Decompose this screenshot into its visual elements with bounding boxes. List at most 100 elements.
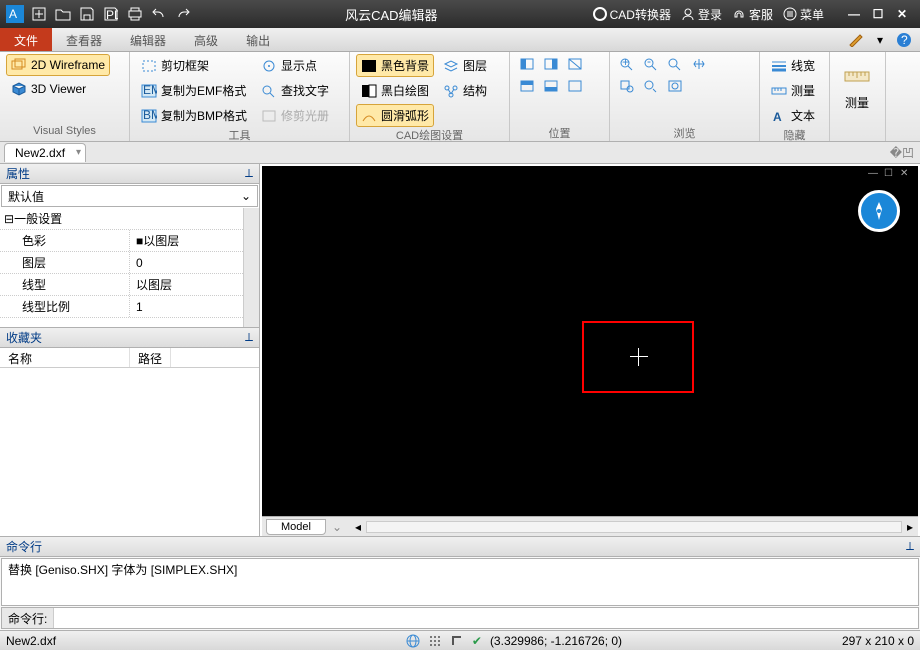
prop-row[interactable]: 图层0 [0, 252, 259, 274]
redo-icon[interactable] [174, 5, 192, 23]
blackbg-button[interactable]: 黑色背景 [356, 54, 434, 77]
file-tab-dropdown-icon[interactable]: ▾ [76, 147, 81, 158]
maximize-button[interactable]: ☐ [868, 5, 888, 23]
trim-button[interactable]: 修剪光册 [256, 104, 334, 127]
big-measure-button[interactable]: 测量 [836, 54, 878, 125]
prop-val[interactable]: 1 [130, 296, 259, 317]
save-icon[interactable] [78, 5, 96, 23]
svg-text:+: + [622, 57, 629, 69]
zoom-prev-icon[interactable] [640, 76, 662, 96]
status-globe-icon[interactable] [406, 634, 420, 648]
canvas-minimize-icon[interactable]: — [868, 168, 882, 180]
tab-editor[interactable]: 编辑器 [116, 28, 180, 51]
linewidth-button[interactable]: 线宽 [766, 54, 820, 77]
showpoint-button[interactable]: 显示点 [256, 54, 334, 77]
prop-row[interactable]: 色彩■以图层 [0, 230, 259, 252]
tab-file[interactable]: 文件 [0, 28, 52, 51]
prop-val[interactable]: 0 [130, 252, 259, 273]
zoom-in-icon[interactable]: + [616, 54, 638, 74]
measure-button[interactable]: 测量 [766, 79, 820, 102]
style-icon[interactable] [846, 31, 866, 49]
model-tabs-expand[interactable]: ⌄ [332, 520, 342, 534]
layers-button[interactable]: 图层 [438, 54, 492, 77]
pin-icon[interactable]: ⟂ [906, 539, 914, 554]
pin-icon[interactable]: ⟂ [245, 166, 253, 181]
clipframe-button[interactable]: 剪切框架 [136, 54, 252, 77]
pos-icon-3[interactable] [564, 54, 586, 74]
tab-viewer[interactable]: 查看器 [52, 28, 116, 51]
properties-selector[interactable]: 默认值⌄ [1, 185, 258, 207]
pos-icon-2[interactable] [540, 54, 562, 74]
help-icon[interactable]: ? [894, 31, 914, 49]
favorites-list[interactable] [0, 368, 259, 536]
command-input[interactable] [54, 608, 918, 628]
tab-output[interactable]: 输出 [232, 28, 284, 51]
text-label: 文本 [791, 107, 815, 124]
drawing-canvas[interactable]: — ☐ ✕ [262, 166, 918, 516]
pos-icon-4[interactable] [516, 76, 538, 96]
tab-advanced[interactable]: 高级 [180, 28, 232, 51]
scroll-left-icon[interactable]: ◂ [350, 520, 366, 534]
save-pdf-icon[interactable]: PDF [102, 5, 120, 23]
zoom-fit-icon[interactable] [664, 54, 686, 74]
dropdown-icon[interactable]: ▾ [870, 31, 890, 49]
prop-row[interactable]: 线型以图层 [0, 274, 259, 296]
col-name[interactable]: 名称 [0, 348, 130, 367]
text-icon: A [771, 108, 787, 124]
col-path[interactable]: 路径 [130, 348, 171, 367]
pos-icon-5[interactable] [540, 76, 562, 96]
close-button[interactable]: ✕ [892, 5, 912, 23]
prop-val[interactable]: ■以图层 [130, 230, 259, 251]
bwdraw-button[interactable]: 黑白绘图 [356, 79, 434, 102]
compass-badge[interactable] [858, 190, 900, 232]
search-icon [261, 83, 277, 99]
prop-category[interactable]: ⊟ 一般设置 [0, 208, 259, 230]
hscroll-track[interactable] [366, 521, 902, 533]
pan-icon[interactable] [688, 54, 710, 74]
status-snap-icon[interactable]: ✔ [472, 634, 482, 648]
cad-converter-button[interactable]: CAD转换器 [593, 6, 671, 23]
service-button[interactable]: 客服 [732, 6, 773, 23]
properties-grid: ⊟ 一般设置 色彩■以图层 图层0 线型以图层 线型比例1 [0, 208, 259, 328]
print-icon[interactable] [126, 5, 144, 23]
open-icon[interactable] [54, 5, 72, 23]
zoom-out-icon[interactable]: - [640, 54, 662, 74]
structure-button[interactable]: 结构 [438, 79, 492, 102]
canvas-restore-icon[interactable]: ☐ [884, 168, 898, 180]
pos-icon-6[interactable] [564, 76, 586, 96]
minimize-button[interactable]: — [844, 5, 864, 23]
measure-label: 测量 [791, 82, 815, 99]
canvas-close-icon[interactable]: ✕ [900, 168, 914, 180]
canvas-area: — ☐ ✕ Model ⌄ ◂ ▸ [260, 164, 920, 536]
model-tab[interactable]: Model [266, 519, 326, 535]
copy-bmp-button[interactable]: BMP复制为BMP格式 [136, 104, 252, 127]
wireframe-button[interactable]: 2D Wireframe [6, 54, 110, 76]
copy-emf-button[interactable]: EMF复制为EMF格式 [136, 79, 252, 102]
scroll-right-icon[interactable]: ▸ [902, 520, 918, 534]
ribbon: 2D Wireframe 3D Viewer Visual Styles 剪切框… [0, 52, 920, 142]
pos-icon-1[interactable] [516, 54, 538, 74]
file-tabs-expand[interactable]: �凹 [884, 144, 920, 161]
prop-row[interactable]: 线型比例1 [0, 296, 259, 318]
findtext-button[interactable]: 查找文字 [256, 79, 334, 102]
properties-header: 属性⟂ [0, 164, 259, 184]
undo-icon[interactable] [150, 5, 168, 23]
status-ortho-icon[interactable] [450, 634, 464, 648]
command-output[interactable]: 替换 [Geniso.SHX] 字体为 [SIMPLEX.SHX] [1, 558, 919, 606]
new-icon[interactable] [30, 5, 48, 23]
cube-icon [11, 81, 27, 97]
prop-val[interactable]: 以图层 [130, 274, 259, 295]
smootharc-button[interactable]: 圆滑弧形 [356, 104, 434, 127]
login-button[interactable]: 登录 [681, 6, 722, 23]
file-tab[interactable]: New2.dxf▾ [4, 143, 86, 162]
status-grid-icon[interactable] [428, 634, 442, 648]
menu-button[interactable]: 菜单 [783, 6, 824, 23]
zoom-window-icon[interactable] [616, 76, 638, 96]
pin-icon[interactable]: ⟂ [245, 330, 253, 345]
zoom-all-icon[interactable] [664, 76, 686, 96]
prop-scrollbar[interactable] [243, 208, 259, 327]
smootharc-label: 圆滑弧形 [381, 107, 429, 124]
3dviewer-button[interactable]: 3D Viewer [6, 78, 110, 100]
svg-text:A: A [9, 7, 17, 21]
text-button[interactable]: A文本 [766, 104, 820, 127]
